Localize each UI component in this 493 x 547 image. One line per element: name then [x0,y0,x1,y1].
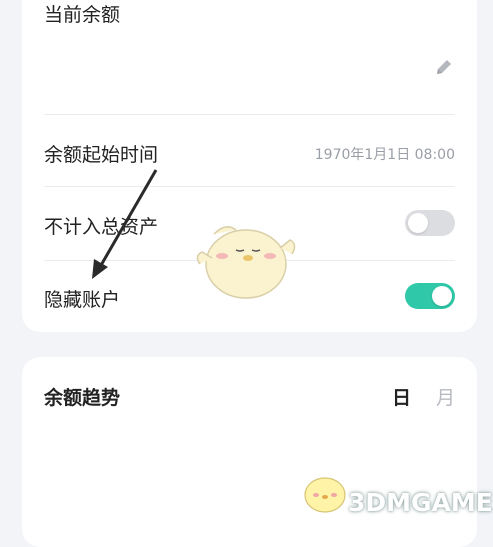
tab-month[interactable]: 月 [436,383,455,410]
annotation-arrow [92,169,158,279]
start-time-value: 1970年1月1日 08:00 [314,147,455,163]
watermark-mascot-icon [304,477,346,513]
balance-trend-title: 余额趋势 [44,387,121,409]
start-time-label: 余额起始时间 [44,144,159,166]
watermark-text: 3DMGAME [348,488,493,517]
exclude-total-assets-toggle[interactable] [405,210,455,236]
balance-trend-card: 余额趋势 日 月 [22,357,477,547]
hide-account-label: 隐藏账户 [44,289,121,311]
tab-day[interactable]: 日 [392,383,411,410]
divider [44,114,455,115]
pencil-icon[interactable] [433,56,455,78]
toggle-knob [408,213,428,233]
toggle-knob [432,286,452,306]
mascot-sticker [196,226,296,299]
hide-account-toggle[interactable] [405,283,455,309]
current-balance-label: 当前余额 [44,4,121,26]
